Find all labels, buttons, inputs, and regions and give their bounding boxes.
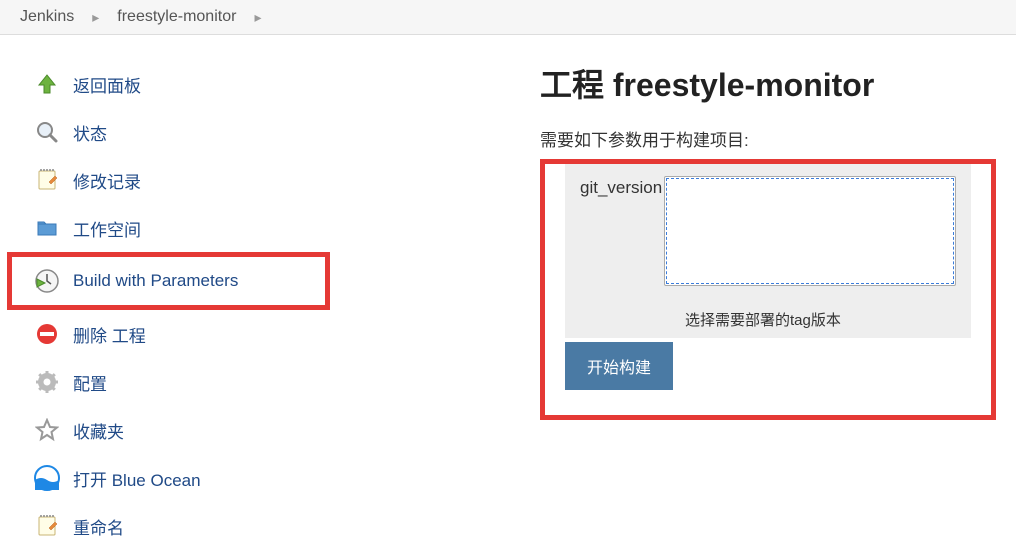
param-label: git_version — [580, 176, 662, 198]
param-row: git_version — [565, 164, 971, 299]
sidebar-item-label: 重命名 — [73, 514, 124, 539]
sidebar-item-label: 删除 工程 — [73, 322, 146, 347]
sidebar-item-rename[interactable]: 重命名 — [25, 502, 330, 550]
breadcrumb-jenkins[interactable]: Jenkins — [20, 8, 74, 26]
no-entry-icon — [33, 320, 61, 348]
sidebar-item-favorite[interactable]: 收藏夹 — [25, 406, 330, 454]
highlight-annotation: Build with Parameters — [7, 252, 330, 310]
sidebar-item-label: 收藏夹 — [73, 418, 124, 443]
search-icon — [33, 118, 61, 146]
sidebar-item-changes[interactable]: 修改记录 — [25, 156, 330, 204]
breadcrumb: Jenkins ▸ freestyle-monitor ▸ — [0, 0, 1016, 35]
sidebar-item-label: 状态 — [73, 120, 107, 145]
gear-icon — [33, 368, 61, 396]
page-title: 工程 freestyle-monitor — [540, 60, 996, 106]
sidebar-item-status[interactable]: 状态 — [25, 108, 330, 156]
breadcrumb-project[interactable]: freestyle-monitor — [117, 8, 236, 26]
sidebar: 返回面板 状态 修改记录 工作空间 Build w — [0, 60, 330, 550]
clock-play-icon — [33, 267, 61, 295]
up-arrow-icon — [33, 70, 61, 98]
git-version-select[interactable] — [664, 176, 956, 286]
sidebar-item-blue-ocean[interactable]: 打开 Blue Ocean — [25, 454, 330, 502]
sidebar-item-label: Build with Parameters — [73, 271, 238, 291]
notepad-edit-icon — [33, 512, 61, 540]
build-button[interactable]: 开始构建 — [565, 342, 673, 390]
star-icon — [33, 416, 61, 444]
sidebar-item-delete[interactable]: 删除 工程 — [25, 310, 330, 358]
sidebar-item-label: 打开 Blue Ocean — [73, 466, 201, 491]
notepad-icon — [33, 166, 61, 194]
sidebar-item-build-params[interactable]: Build with Parameters — [25, 257, 325, 305]
chevron-right-icon: ▸ — [92, 9, 99, 26]
chevron-right-icon: ▸ — [254, 9, 261, 26]
folder-icon — [33, 214, 61, 242]
sidebar-item-back[interactable]: 返回面板 — [25, 60, 330, 108]
subtitle-text: 需要如下参数用于构建项目: — [540, 126, 996, 151]
sidebar-item-workspace[interactable]: 工作空间 — [25, 204, 330, 252]
sidebar-item-label: 配置 — [73, 370, 107, 395]
param-help-text: 选择需要部署的tag版本 — [565, 299, 971, 338]
sidebar-item-label: 返回面板 — [73, 72, 141, 97]
sidebar-item-label: 修改记录 — [73, 168, 141, 193]
content-area: 工程 freestyle-monitor 需要如下参数用于构建项目: git_v… — [330, 60, 1016, 550]
sidebar-item-configure[interactable]: 配置 — [25, 358, 330, 406]
sidebar-item-label: 工作空间 — [73, 216, 141, 241]
highlight-annotation-params: git_version 选择需要部署的tag版本 开始构建 — [540, 159, 996, 420]
blue-ocean-icon — [33, 464, 61, 492]
